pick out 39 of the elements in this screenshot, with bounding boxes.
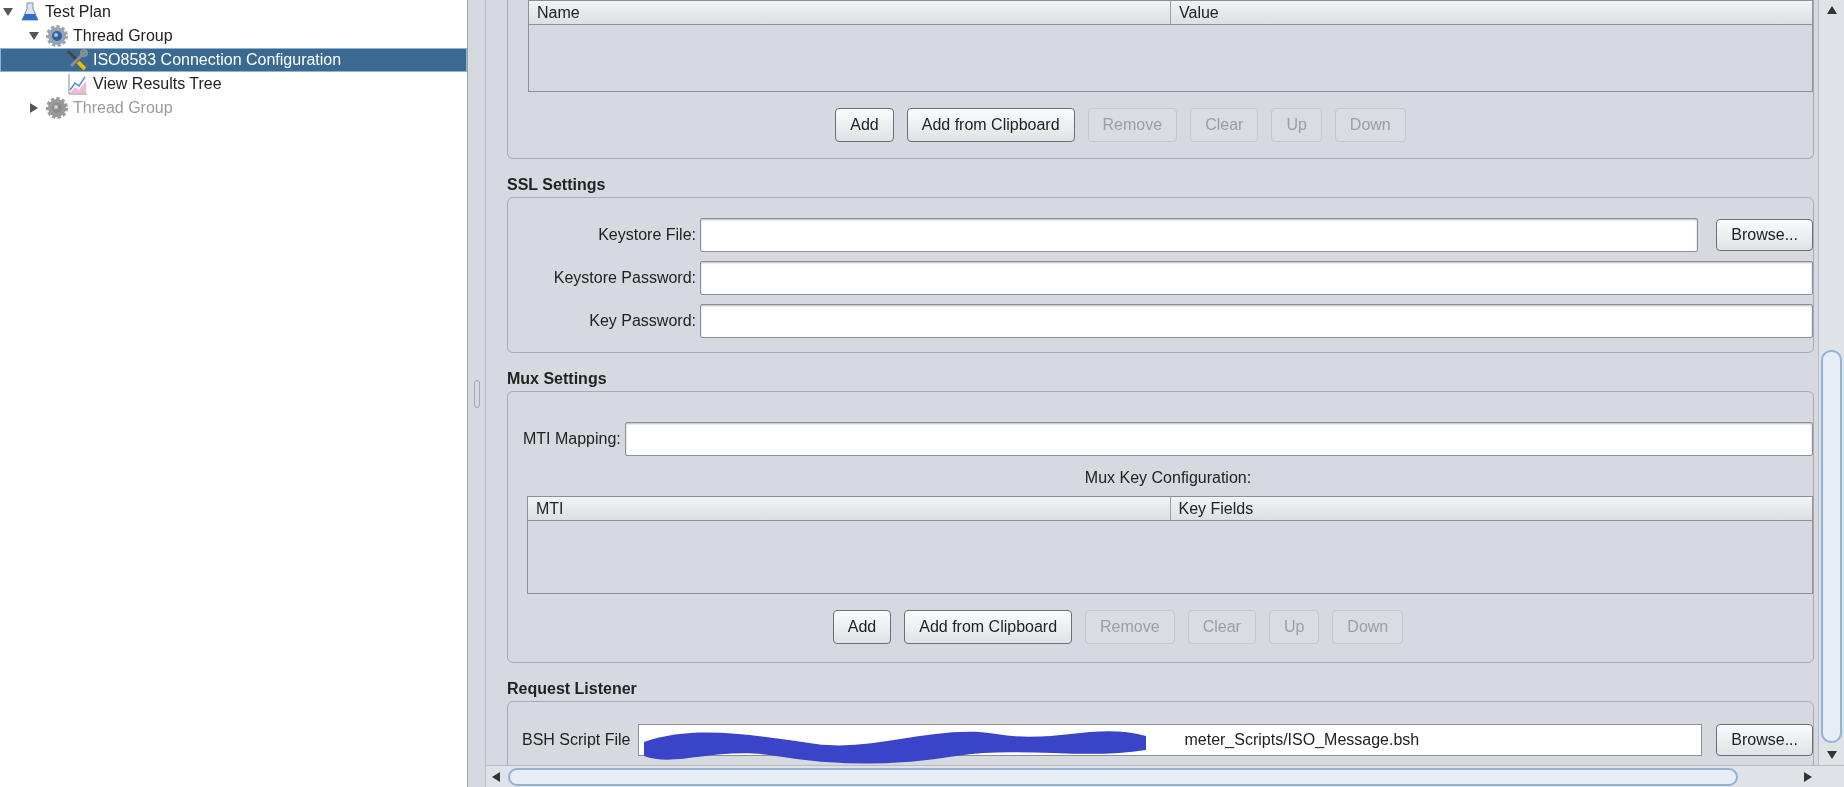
field-label: BSH Script File [522,730,631,750]
tree-item[interactable]: ISO8583 Connection Configuration [0,48,467,72]
horizontal-scrollbar[interactable] [486,765,1844,787]
input-field[interactable] [700,304,1813,338]
section-title: Request Listener [507,679,638,699]
button[interactable]: Add [835,108,894,142]
column-header[interactable]: Value [1170,1,1812,24]
button[interactable]: Add [832,610,892,644]
field-label: MTI Mapping: [523,429,621,449]
input-field[interactable] [700,261,1813,295]
column-header[interactable]: Key Fields [1169,497,1812,520]
expanded-icon[interactable] [29,31,39,41]
input-field[interactable] [700,218,1699,252]
flask-icon [19,1,41,23]
section-title: Mux Settings [507,369,608,389]
browse-button[interactable]: Browse... [1716,219,1813,251]
tree-item[interactable]: Thread Group [0,24,467,48]
button[interactable]: Add from Clipboard [904,610,1073,644]
chart-icon [65,72,89,96]
scrollbar-thumb[interactable] [508,768,1738,786]
gear-icon [45,96,69,120]
tree-item[interactable]: View Results Tree [0,72,467,96]
field-label: Keystore File: [597,225,696,245]
expanded-icon[interactable] [3,7,13,17]
browse-button[interactable]: Browse... [1716,724,1813,756]
vertical-scrollbar[interactable] [1818,0,1844,765]
field-label: Key Password: [588,311,696,331]
scrollbar-thumb[interactable] [1821,350,1842,743]
table-title: Mux Key Configuration: [1084,468,1252,488]
field-label: Keystore Password: [552,268,696,288]
gear-icon [45,24,69,48]
button[interactable]: Add from Clipboard [906,108,1075,142]
tree-item[interactable]: Test Plan [0,0,467,24]
section-title: SSL Settings [507,175,607,195]
input-field[interactable] [624,422,1813,456]
column-header[interactable]: MTI [528,497,1170,520]
column-header[interactable]: Name [529,1,1170,24]
tools-icon [65,48,89,72]
field-value: meter_Scripts/ISO_Message.bsh [1184,730,1420,750]
